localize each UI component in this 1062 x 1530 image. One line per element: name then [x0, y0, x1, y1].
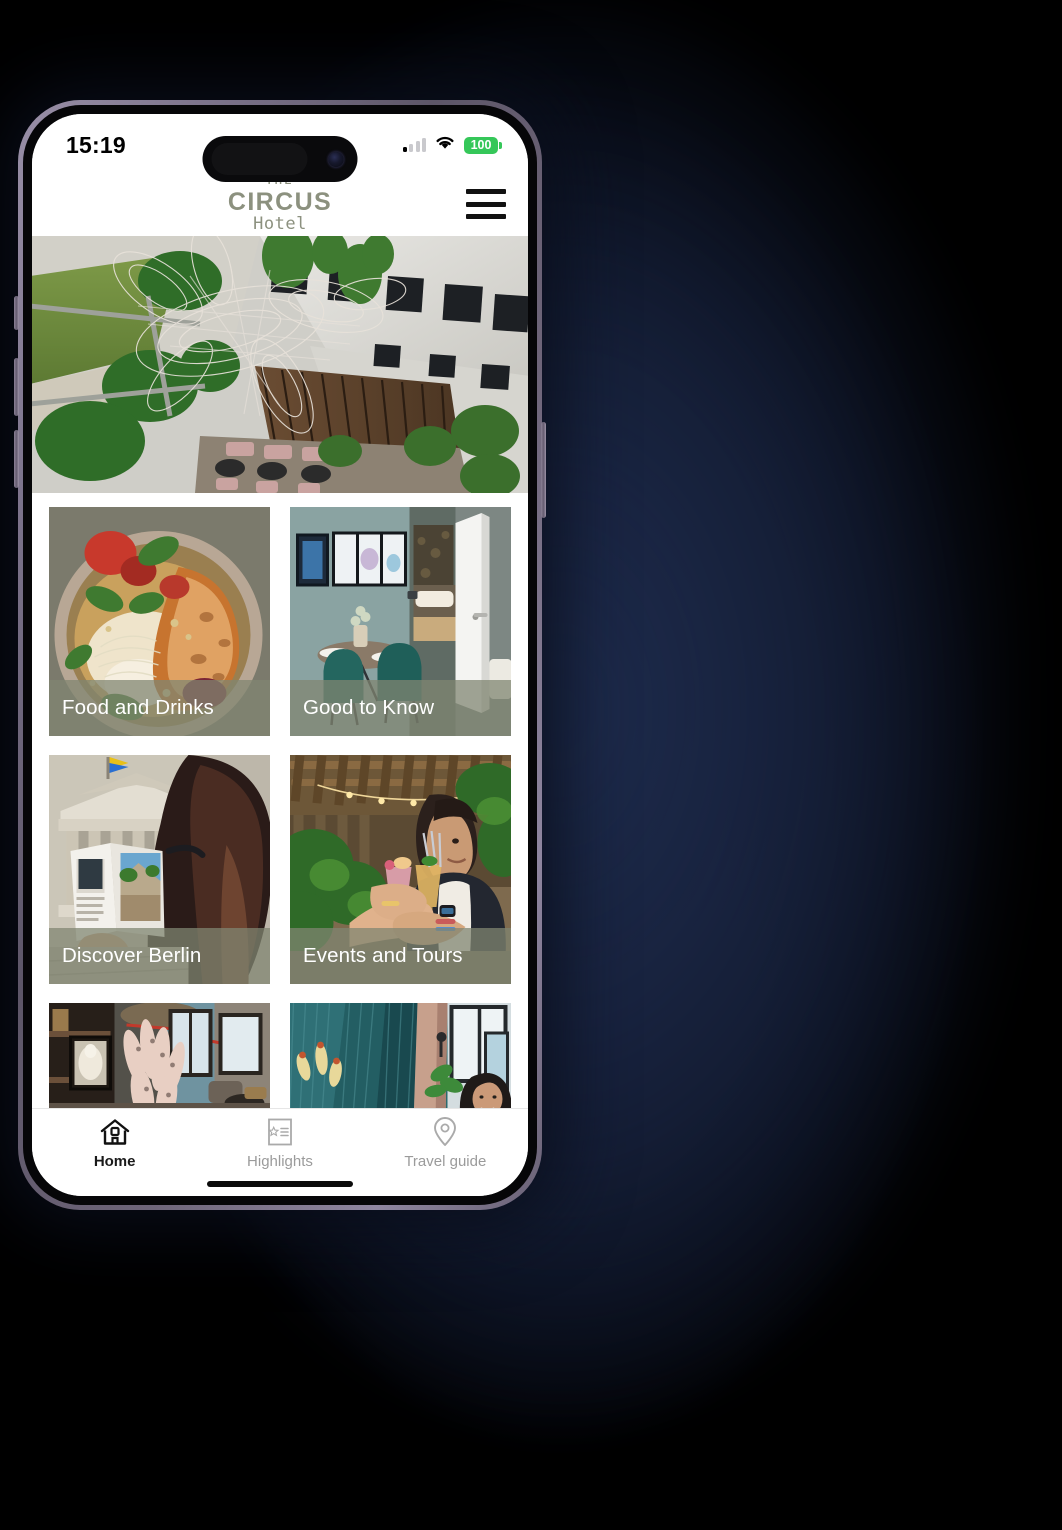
- card-partial-lobby[interactable]: [49, 1003, 270, 1108]
- hero-image[interactable]: [32, 236, 528, 493]
- card-label: Food and Drinks: [49, 680, 270, 736]
- card-partial-teal-room[interactable]: [290, 1003, 511, 1108]
- card-label: Events and Tours: [290, 928, 511, 984]
- circus-hotel-logo: THE CIRCUS Hotel: [228, 177, 332, 233]
- status-bar-clock: 15:19: [66, 131, 126, 158]
- front-camera-icon: [328, 151, 344, 167]
- status-bar-icons: 100: [402, 135, 502, 155]
- tab-label: Travel guide: [404, 1153, 487, 1170]
- card-food-and-drinks[interactable]: Food and Drinks: [49, 507, 270, 736]
- card-good-to-know[interactable]: Good to Know: [290, 507, 511, 736]
- card-label: Discover Berlin: [49, 928, 270, 984]
- phone-device-frame: 15:19 100 CIRCUS Hotel Food and Drinks G…: [14, 100, 546, 1210]
- card-events-and-tours[interactable]: Events and Tours: [290, 755, 511, 984]
- battery-indicator: 100: [464, 136, 502, 154]
- wifi-icon: [435, 135, 455, 155]
- hamburger-menu-icon[interactable]: [466, 189, 506, 219]
- tab-label: Home: [93, 1153, 136, 1170]
- tab-home[interactable]: Home: [32, 1117, 197, 1170]
- category-grid: Food and Drinks Good to Know Discover Be…: [32, 493, 528, 1108]
- signal-bars-icon: [402, 138, 426, 152]
- logo-line-hotel: Hotel: [253, 214, 307, 234]
- silent-switch[interactable]: [14, 296, 19, 330]
- volume-down-button[interactable]: [14, 430, 19, 488]
- card-label: Good to Know: [290, 680, 511, 736]
- tab-label: Highlights: [247, 1153, 313, 1170]
- list-star-icon: [266, 1117, 294, 1147]
- phone-bezel: 15:19 100 CIRCUS Hotel Food and Drinks G…: [23, 105, 537, 1205]
- tab-highlights[interactable]: Highlights: [197, 1117, 362, 1170]
- card-discover-berlin[interactable]: Discover Berlin: [49, 755, 270, 984]
- power-button[interactable]: [541, 422, 546, 518]
- tab-travel-guide[interactable]: Travel guide: [363, 1117, 528, 1170]
- volume-up-button[interactable]: [14, 358, 19, 416]
- phone-screen: 15:19 100 CIRCUS Hotel Food and Drinks G…: [32, 114, 528, 1196]
- main-content: Food and Drinks Good to Know Discover Be…: [32, 236, 528, 1108]
- map-pin-icon: [432, 1117, 458, 1147]
- home-indicator: [207, 1181, 353, 1187]
- house-icon: [100, 1117, 130, 1147]
- dynamic-island: [202, 136, 358, 182]
- logo-line-circus: CIRCUS: [227, 188, 333, 216]
